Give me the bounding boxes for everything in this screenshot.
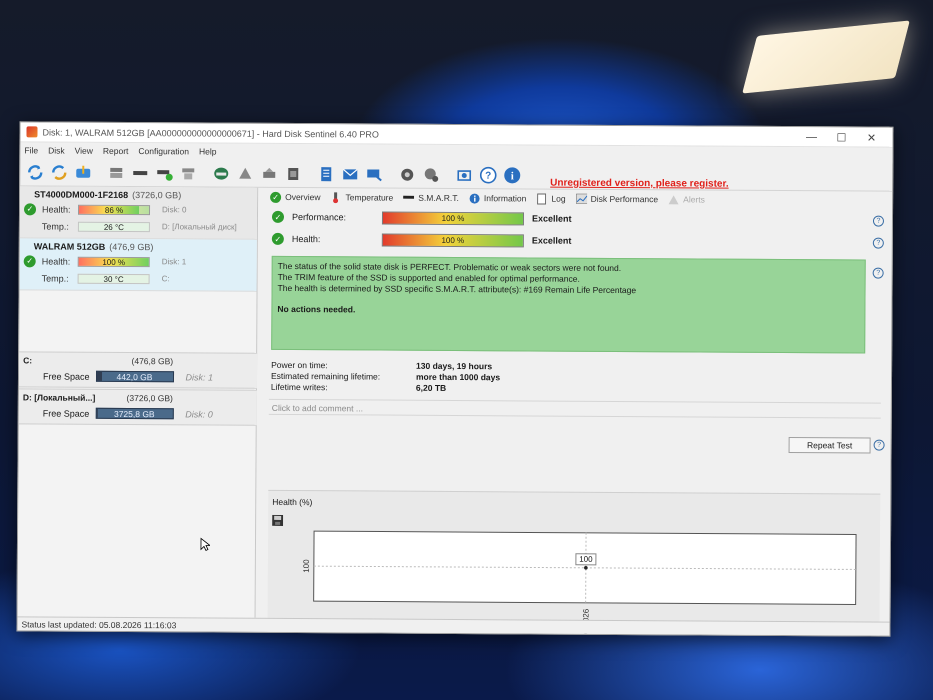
health-bar: 100 %: [381, 233, 524, 247]
comment-field[interactable]: Click to add comment ...: [268, 398, 881, 419]
disk-icon[interactable]: [105, 162, 126, 183]
free-space-bar: 3725,8 GB: [95, 407, 174, 420]
thermometer-icon: [331, 191, 342, 203]
check-icon: ✓: [270, 191, 282, 203]
check-icon: ✓: [23, 254, 36, 267]
health-bar: 86 %: [77, 204, 151, 215]
menu-configuration[interactable]: Configuration: [138, 146, 199, 156]
refresh-all-icon[interactable]: [48, 162, 69, 183]
tab-log[interactable]: Log: [534, 193, 567, 205]
menu-help[interactable]: Help: [199, 146, 227, 156]
upload-icon[interactable]: [258, 163, 279, 184]
info-icon[interactable]: i: [501, 164, 522, 185]
disk-green-icon[interactable]: [129, 162, 150, 183]
refresh-icon[interactable]: [24, 161, 45, 182]
window-title: Disk: 1, WALRAM 512GB [AA000000000000000…: [42, 126, 379, 140]
menu-disk[interactable]: Disk: [48, 146, 75, 156]
gear2-icon[interactable]: [420, 164, 441, 185]
app-logo-icon: [26, 126, 38, 138]
help-icon[interactable]: ?: [477, 164, 498, 185]
backup-icon[interactable]: [72, 162, 93, 183]
health-row: ✓ Health: 100 % Excellent ?: [271, 228, 892, 254]
window-controls: — ☐ ✕: [796, 127, 886, 148]
minimize-button[interactable]: —: [796, 127, 826, 147]
free-space-bar: 442,0 GB: [95, 370, 174, 383]
menu-file[interactable]: File: [24, 145, 48, 155]
check-icon: ✓: [271, 210, 285, 223]
alert-icon: [668, 194, 679, 205]
svg-text:?: ?: [485, 170, 491, 181]
chart-plot: 100 05.08.2026 100: [302, 530, 857, 637]
disk-list-pane: ST4000DM000-1F2168 (3726,0 GB) ✓ Health: …: [17, 186, 259, 618]
warning-disk-icon[interactable]: [210, 163, 231, 184]
disk-entry-0[interactable]: ST4000DM000-1F2168 (3726,0 GB) ✓ Health: …: [19, 186, 258, 240]
partition-c[interactable]: C: (476,8 GB) Free Space 442,0 GB Disk: 1: [18, 351, 258, 389]
disk-entry-1[interactable]: WALRAM 512GB (476,9 GB) ✓ Health: 100 % D…: [19, 238, 257, 292]
info-icon: [469, 193, 480, 204]
settings-icon[interactable]: [396, 164, 417, 185]
help-icon[interactable]: ?: [872, 237, 884, 249]
tab-overview[interactable]: ✓ Overview: [268, 191, 323, 203]
unregistered-link[interactable]: Unregistered version, please register.: [550, 178, 728, 190]
help-icon[interactable]: ?: [872, 215, 885, 227]
app-window: Disk: 1, WALRAM 512GB [AA000000000000000…: [16, 121, 894, 637]
performance-bar: 100 %: [381, 211, 525, 225]
report-icon[interactable]: [282, 163, 303, 184]
tools-icon[interactable]: [234, 163, 255, 184]
dash-icon: [403, 192, 415, 203]
help-icon[interactable]: ?: [873, 439, 885, 451]
menu-view[interactable]: View: [75, 146, 103, 156]
check-icon: ✓: [271, 232, 284, 245]
disk-name: WALRAM 512GB (476,9 GB): [33, 241, 154, 253]
send-icon[interactable]: [363, 163, 384, 184]
document-icon: [536, 193, 547, 205]
close-button[interactable]: ✕: [856, 127, 886, 147]
repeat-test-button[interactable]: Repeat Test: [788, 437, 871, 454]
mail-icon[interactable]: [339, 163, 360, 184]
performance-icon: [575, 193, 587, 204]
help-icon[interactable]: ?: [872, 267, 884, 279]
disk-stats: Power on time: 130 days, 19 hours Estimat…: [270, 359, 501, 393]
maximize-button[interactable]: ☐: [826, 127, 856, 147]
mouse-cursor-icon: [200, 537, 211, 552]
document-list-icon[interactable]: [315, 163, 336, 184]
details-pane: ✓ Overview Temperature S.M.A.R.T. Informa…: [266, 188, 893, 637]
performance-status: Excellent: [531, 213, 572, 224]
drive-icon[interactable]: [177, 162, 198, 183]
data-point: [584, 566, 588, 570]
health-status: Excellent: [531, 235, 572, 246]
data-label: 100: [579, 555, 593, 564]
temperature-value: 30 °C: [77, 273, 150, 284]
tab-temperature[interactable]: Temperature: [329, 191, 396, 203]
disk-name: ST4000DM000-1F2168 (3726,0 GB): [34, 189, 182, 201]
status-summary: The status of the solid state disk is PE…: [271, 255, 866, 354]
tab-smart[interactable]: S.M.A.R.T.: [401, 192, 461, 203]
partition-d[interactable]: D: [Локальный...] (3726,0 GB) Free Space …: [18, 388, 257, 426]
health-chart: Health (%) 100 05.08.2026 100: [267, 489, 881, 637]
health-bar: 100 %: [77, 256, 150, 267]
tab-disk-performance[interactable]: Disk Performance: [574, 193, 661, 205]
tab-alerts[interactable]: Alerts: [666, 194, 707, 205]
temperature-value: 26 °C: [77, 221, 150, 232]
action-text: No actions needed.: [277, 303, 356, 315]
y-tick-label: 100: [302, 559, 311, 573]
menu-report[interactable]: Report: [103, 146, 139, 156]
disk-flag-icon[interactable]: [153, 162, 174, 183]
svg-text:i: i: [510, 170, 513, 182]
tab-information[interactable]: Information: [467, 193, 529, 204]
camera-icon[interactable]: [453, 164, 474, 185]
check-icon: ✓: [23, 202, 37, 215]
